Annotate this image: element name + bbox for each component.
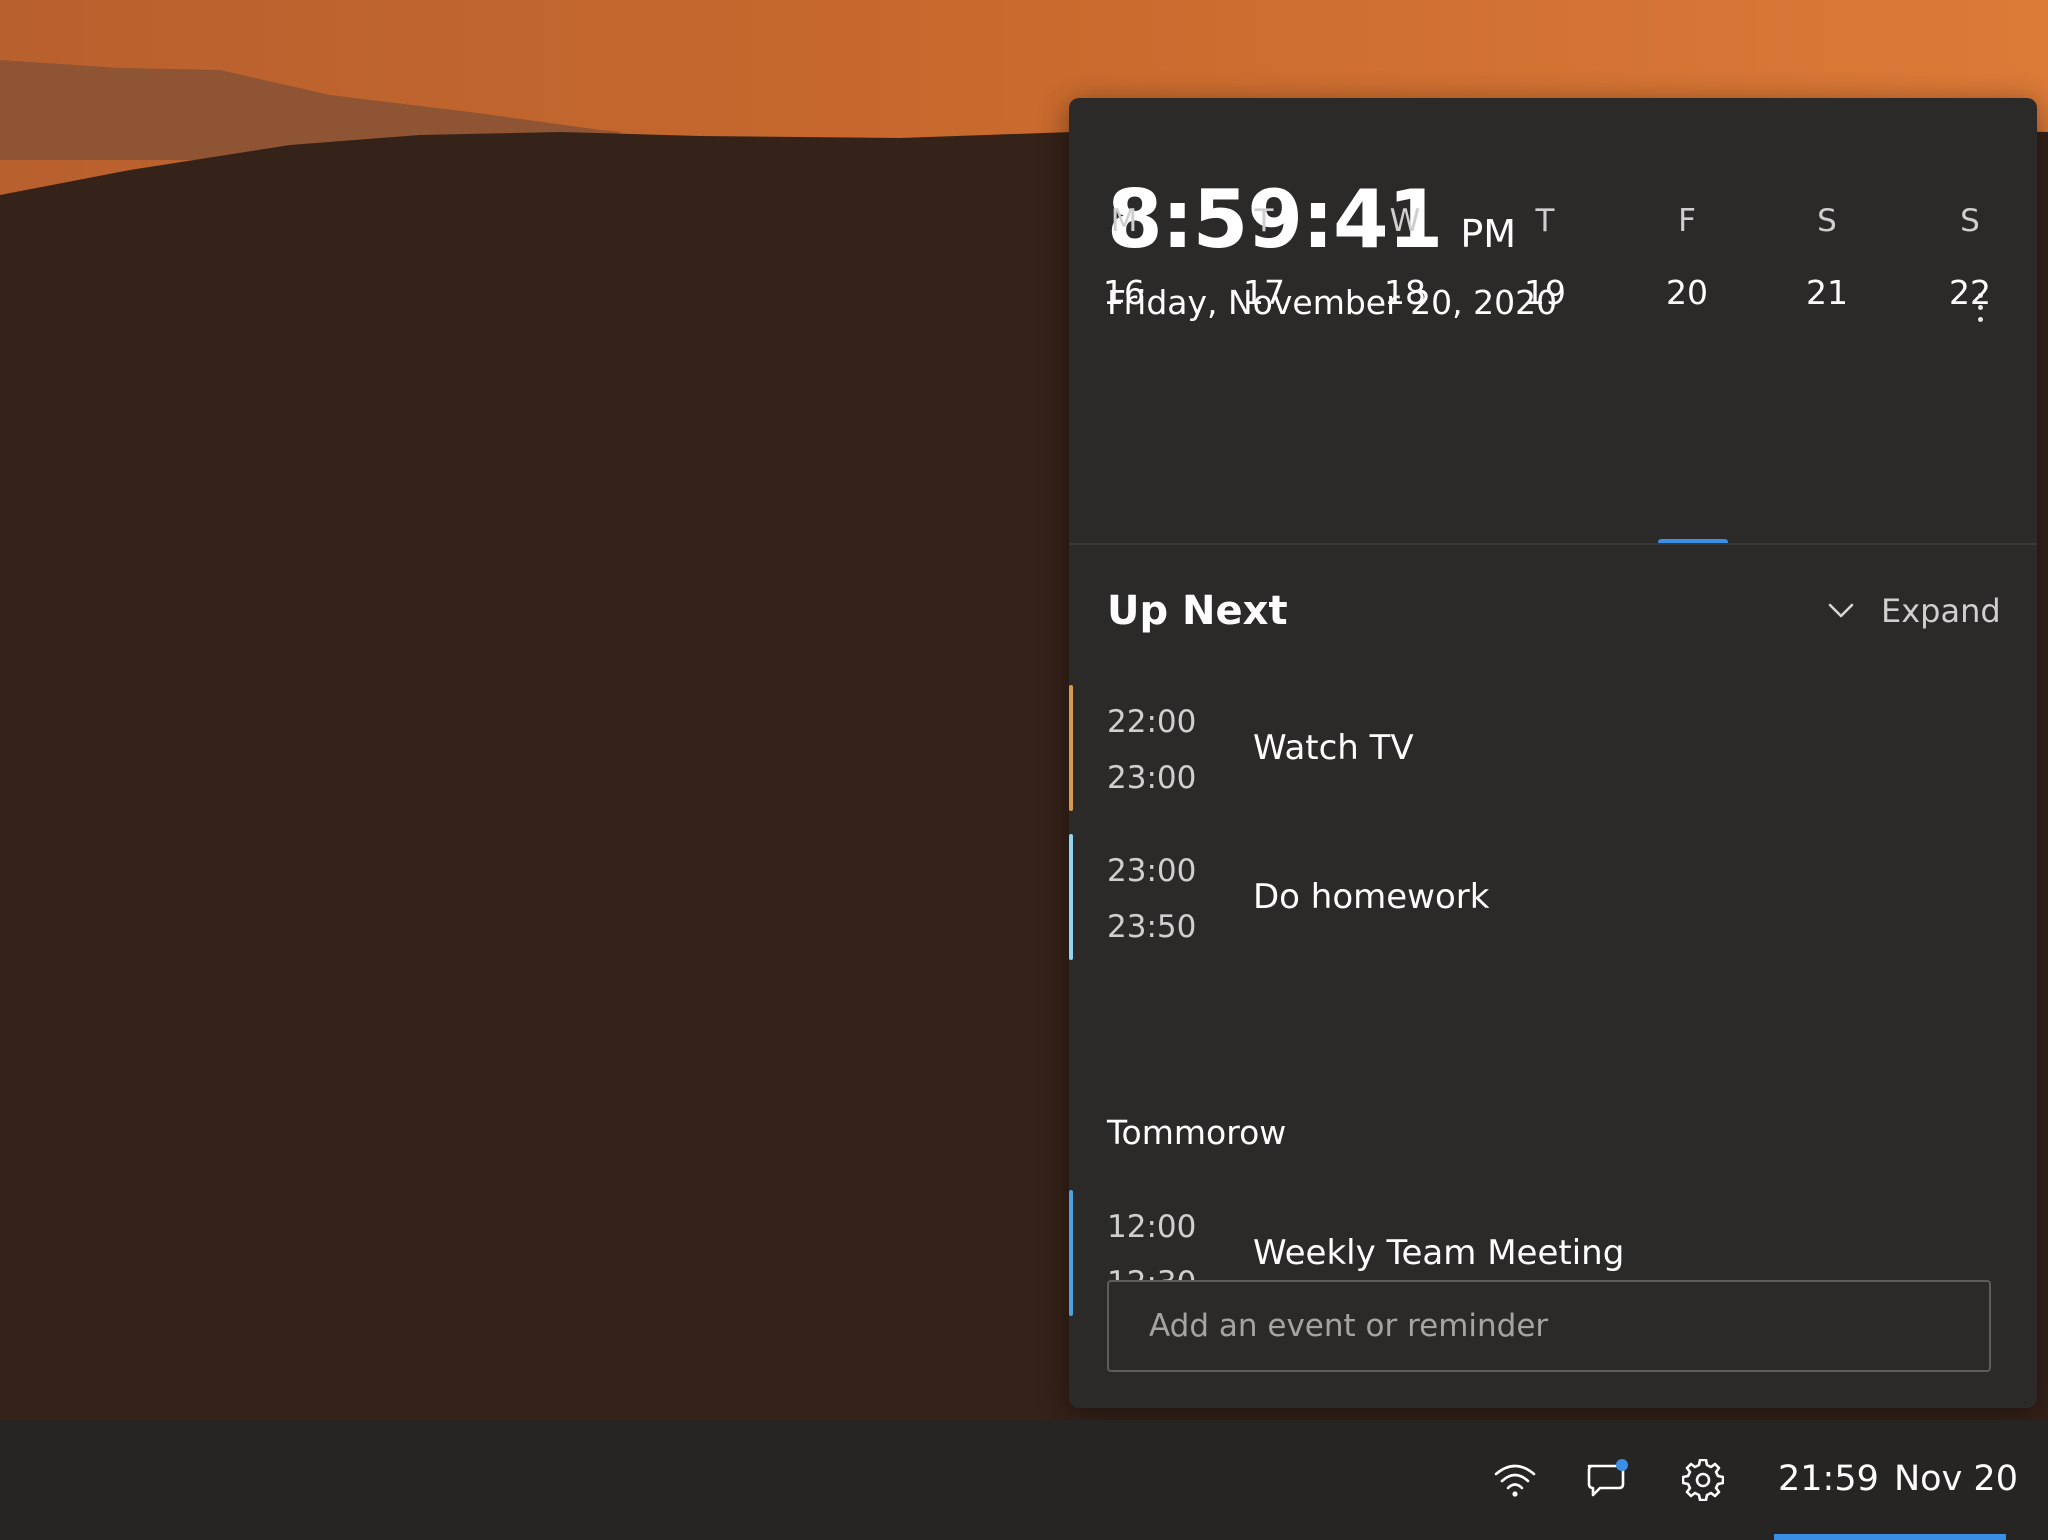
day-letter: S [1960,203,1980,239]
event-start-time: 23:00 [1107,853,1197,889]
taskbar-time: 21:59 [1778,1459,1879,1499]
taskbar-clock[interactable]: 21:59 Nov 20 [1756,1420,2048,1540]
day-wed[interactable]: W 18 [1350,98,1460,546]
day-letter: S [1817,203,1837,239]
day-letter: W [1389,203,1421,239]
event-color-bar [1069,685,1073,811]
day-mon[interactable]: M 16 [1069,98,1179,546]
day-tue[interactable]: T 17 [1209,98,1319,546]
add-event-input[interactable] [1107,1280,1991,1372]
chat-button[interactable] [1578,1450,1638,1510]
day-number: 18 [1384,273,1426,312]
day-number: 16 [1103,273,1145,312]
day-letter: T [1535,203,1555,239]
notification-dot [1616,1459,1628,1471]
day-letter: M [1110,203,1138,239]
event-item[interactable]: 23:00 23:50 Do homework [1069,834,2037,960]
event-color-bar [1069,834,1073,960]
settings-icon [1682,1459,1724,1501]
expand-button[interactable]: Expand [1827,588,2001,634]
calendar-flyout: 8:59:41 PM Friday, November 20, 2020 M 1… [1069,98,2037,1408]
settings-button[interactable] [1673,1450,1733,1510]
day-number: 20 [1666,273,1708,312]
event-end-time: 23:50 [1107,909,1197,945]
up-next-heading: Up Next [1107,588,1288,634]
day-number: 19 [1524,273,1566,312]
day-sat[interactable]: S 21 [1772,98,1882,546]
event-item[interactable]: 22:00 23:00 Watch TV [1069,685,2037,811]
day-number: 21 [1806,273,1848,312]
event-color-bar [1069,1190,1073,1316]
day-number: 17 [1243,273,1285,312]
event-end-time: 23:00 [1107,760,1197,796]
day-fri[interactable]: F 20 [1632,98,1742,546]
event-title: Weekly Team Meeting [1253,1233,1625,1273]
expand-label: Expand [1881,592,2001,630]
divider [1069,543,2037,545]
wifi-icon [1494,1464,1536,1497]
taskbar: 21:59 Nov 20 [0,1420,2048,1540]
active-indicator [1774,1534,2006,1540]
day-letter: T [1254,203,1274,239]
day-letter: F [1678,203,1696,239]
wifi-button[interactable] [1485,1450,1545,1510]
event-start-time: 22:00 [1107,704,1197,740]
event-title: Watch TV [1253,728,1414,768]
day-sun[interactable]: S 22 [1915,98,2025,546]
day-number: 22 [1949,273,1991,312]
event-title: Do homework [1253,877,1490,917]
week-strip: M 16 T 17 W 18 T 19 F 20 S 21 S 22 [1069,98,2037,546]
taskbar-date: Nov 20 [1894,1459,2018,1499]
event-start-time: 12:00 [1107,1209,1197,1245]
chevron-down-icon [1828,603,1854,618]
day-thu[interactable]: T 19 [1490,98,1600,546]
tomorrow-label: Tommorow [1107,1113,1287,1152]
chat-icon [1587,1459,1628,1497]
